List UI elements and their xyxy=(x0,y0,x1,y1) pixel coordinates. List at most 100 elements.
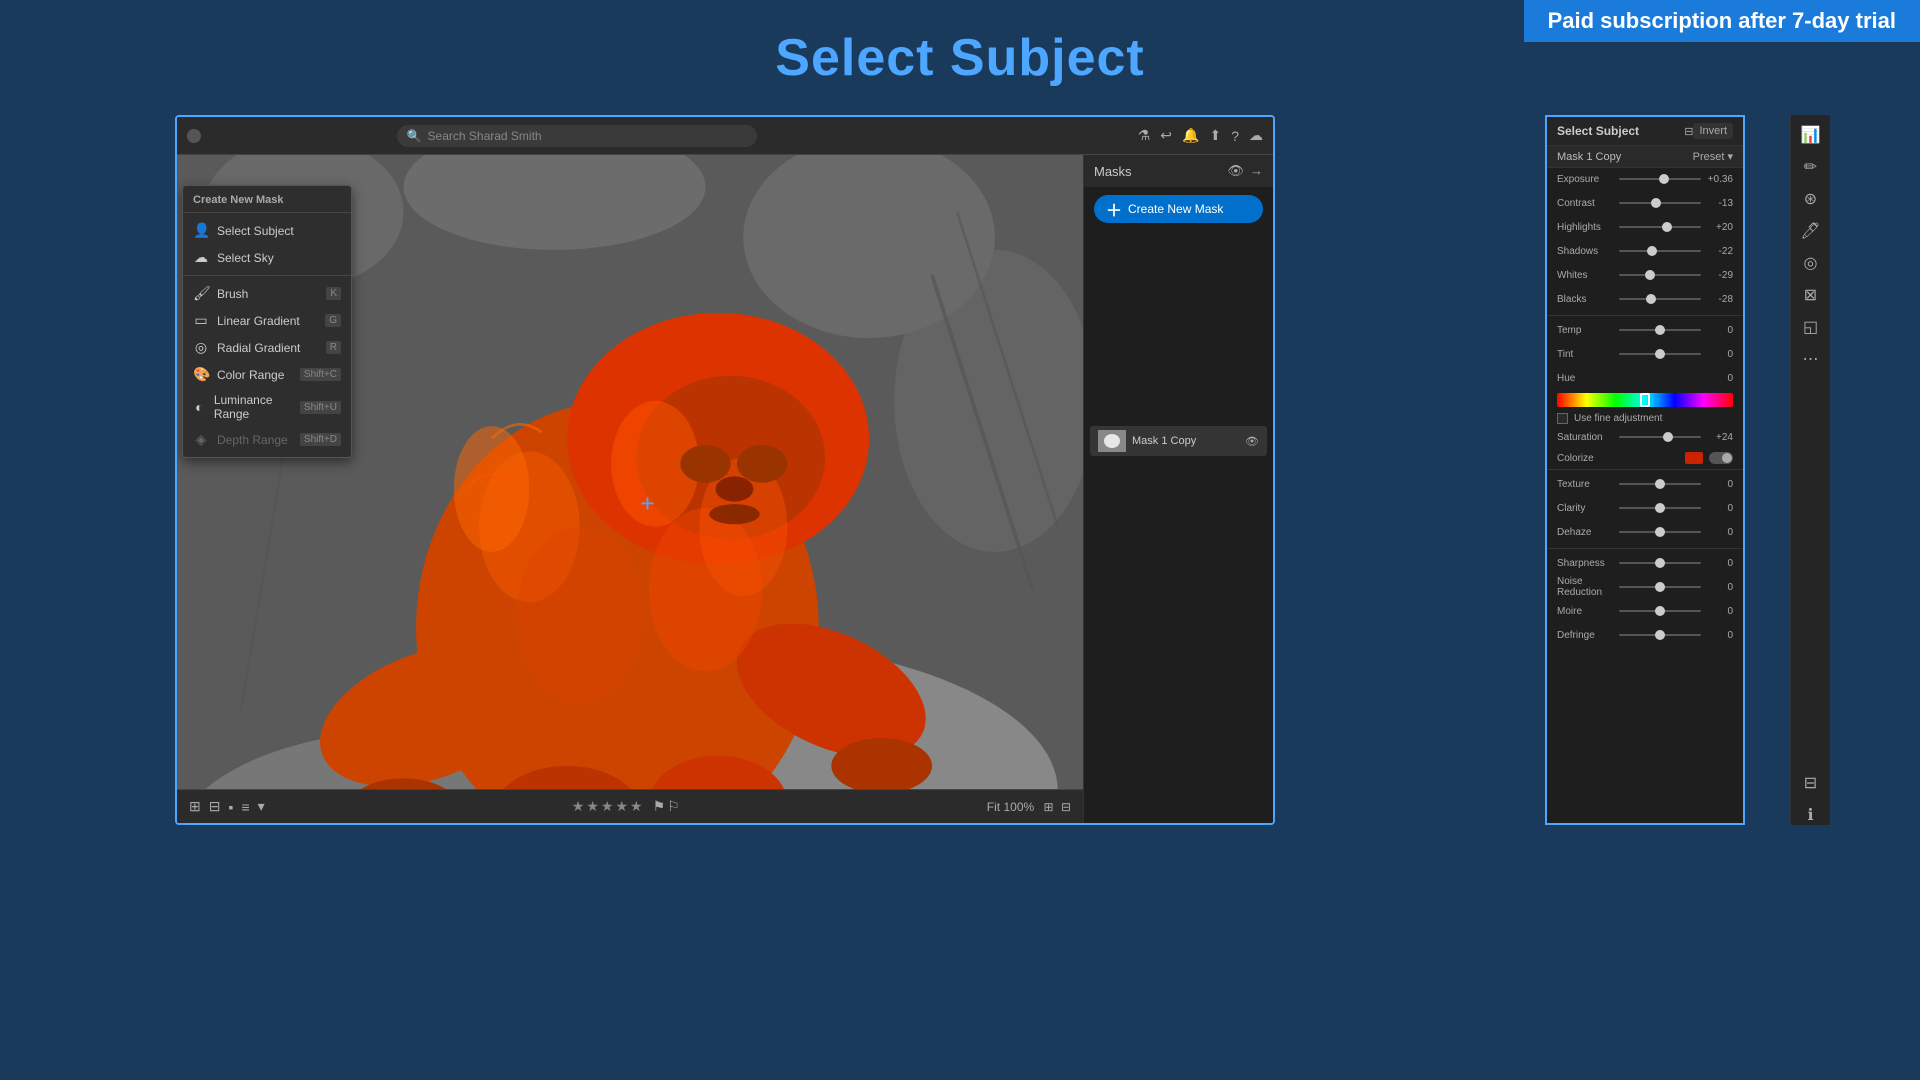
mask-thumb-svg xyxy=(1098,430,1126,452)
exposure-row: Exposure +0.36 xyxy=(1557,168,1733,190)
window-close-btn[interactable] xyxy=(187,129,201,143)
exposure-track[interactable] xyxy=(1619,178,1701,180)
tint-thumb[interactable] xyxy=(1655,349,1665,359)
grid-icon[interactable]: ⊞ xyxy=(189,798,201,815)
hue-thumb[interactable] xyxy=(1640,393,1650,407)
defringe-label: Defringe xyxy=(1557,630,1615,641)
moire-thumb[interactable] xyxy=(1655,606,1665,616)
dehaze-track[interactable] xyxy=(1619,531,1701,533)
star-3[interactable]: ★ xyxy=(601,798,614,815)
exposure-thumb[interactable] xyxy=(1659,174,1669,184)
saturation-thumb[interactable] xyxy=(1663,432,1673,442)
linear-gradient-item[interactable]: ▭ Linear Gradient G xyxy=(183,307,351,334)
clarity-thumb[interactable] xyxy=(1655,503,1665,513)
colorize-toggle[interactable] xyxy=(1709,452,1733,464)
contrast-track[interactable] xyxy=(1619,202,1701,204)
blacks-track[interactable] xyxy=(1619,298,1701,300)
hue-label: Hue xyxy=(1557,373,1615,384)
defringe-thumb[interactable] xyxy=(1655,630,1665,640)
edit-icon[interactable]: ✏ xyxy=(1804,157,1817,177)
shadows-track[interactable] xyxy=(1619,250,1701,252)
noise-reduction-thumb[interactable] xyxy=(1655,582,1665,592)
undo-icon[interactable]: ↩ xyxy=(1160,127,1172,144)
sharpness-track[interactable] xyxy=(1619,562,1701,564)
noise-reduction-value: 0 xyxy=(1705,582,1733,593)
masks-arrow-icon[interactable]: → xyxy=(1250,163,1263,179)
sort-icon[interactable]: ≡ xyxy=(241,799,249,815)
notifications-icon[interactable]: 🔔 xyxy=(1182,127,1199,144)
star-rating[interactable]: ★ ★ ★ ★ ★ ⚑ ⚐ xyxy=(572,798,680,815)
single-icon[interactable]: ▪ xyxy=(228,799,233,815)
hue-bar[interactable] xyxy=(1557,393,1733,407)
select-subject-item[interactable]: 👤 Select Subject xyxy=(183,217,351,244)
histogram-icon[interactable]: 📊 xyxy=(1801,125,1821,145)
masks-eye-icon[interactable]: 👁 xyxy=(1227,163,1244,179)
radial-gradient-label: Radial Gradient xyxy=(217,341,300,355)
invert-button[interactable]: Invert xyxy=(1693,123,1733,139)
saturation-track[interactable] xyxy=(1619,436,1701,438)
flag-icon[interactable]: ⚑ xyxy=(653,798,666,815)
radial-gradient-item[interactable]: ◎ Radial Gradient R xyxy=(183,334,351,361)
mask-list-item[interactable]: Mask 1 Copy 👁 xyxy=(1090,426,1267,456)
filter-icon[interactable]: ⚗ xyxy=(1138,127,1151,144)
crop-icon[interactable]: ⊠ xyxy=(1804,285,1817,305)
brush-item[interactable]: 🖌 Brush K xyxy=(183,280,351,307)
colorize-swatch[interactable] xyxy=(1685,452,1703,464)
tint-value: 0 xyxy=(1705,349,1733,360)
cloud-icon[interactable]: ☁ xyxy=(1249,127,1263,144)
mask-edit-icon[interactable]: ⊛ xyxy=(1804,189,1817,209)
flag-outline-icon[interactable]: ⚐ xyxy=(667,798,680,815)
texture-thumb[interactable] xyxy=(1655,479,1665,489)
view-icons: ⊞ ⊟ ▪ ≡ ▾ xyxy=(189,798,265,815)
preset-dropdown[interactable]: Preset ▾ xyxy=(1693,150,1733,163)
temp-track[interactable] xyxy=(1619,329,1701,331)
dots-icon[interactable]: ⋯ xyxy=(1803,349,1819,369)
geometry-icon[interactable]: ◱ xyxy=(1803,317,1818,337)
highlights-thumb[interactable] xyxy=(1662,222,1672,232)
sep-1 xyxy=(1547,315,1743,316)
zoom-toggle[interactable]: ⊞ xyxy=(1044,800,1054,814)
color-picker-icon[interactable]: 🖊 xyxy=(1800,221,1820,241)
tint-group: Tint 0 xyxy=(1547,343,1743,367)
color-range-item[interactable]: 🎨 Color Range Shift+C xyxy=(183,361,351,388)
dehaze-thumb[interactable] xyxy=(1655,527,1665,537)
compare-icon[interactable]: ⊟ xyxy=(1061,800,1071,814)
sort-down-icon[interactable]: ▾ xyxy=(258,798,265,815)
blacks-thumb[interactable] xyxy=(1646,294,1656,304)
defringe-row: Defringe 0 xyxy=(1557,624,1733,646)
mask-eye-icon[interactable]: 👁 xyxy=(1245,435,1259,448)
grid-small-icon[interactable]: ⊟ xyxy=(209,798,221,815)
texture-row: Texture 0 xyxy=(1557,473,1733,495)
help-icon[interactable]: ? xyxy=(1231,128,1239,144)
defringe-track[interactable] xyxy=(1619,634,1701,636)
texture-track[interactable] xyxy=(1619,483,1701,485)
noise-reduction-group: Noise Reduction 0 xyxy=(1547,576,1743,600)
highlights-track[interactable] xyxy=(1619,226,1701,228)
star-5[interactable]: ★ xyxy=(630,798,643,815)
fine-adjustment-checkbox[interactable] xyxy=(1557,413,1568,424)
star-1[interactable]: ★ xyxy=(572,798,585,815)
whites-thumb[interactable] xyxy=(1645,270,1655,280)
share-icon[interactable]: ⬆ xyxy=(1209,127,1221,144)
noise-reduction-track[interactable] xyxy=(1619,586,1701,588)
depth-range-item[interactable]: ◈ Depth Range Shift+D xyxy=(183,426,351,453)
clarity-track[interactable] xyxy=(1619,507,1701,509)
luminance-range-item[interactable]: ◐ Luminance Range Shift+U xyxy=(183,388,351,426)
whites-track[interactable] xyxy=(1619,274,1701,276)
moire-track[interactable] xyxy=(1619,610,1701,612)
select-sky-item[interactable]: ☁ Select Sky xyxy=(183,244,351,271)
info-icon[interactable]: ℹ xyxy=(1807,805,1813,825)
tint-track[interactable] xyxy=(1619,353,1701,355)
search-bar[interactable]: 🔍 Search Sharad Smith xyxy=(397,125,757,147)
sharpness-thumb[interactable] xyxy=(1655,558,1665,568)
create-new-mask-button[interactable]: ＋ Create New Mask xyxy=(1094,195,1263,223)
compare-right-icon[interactable]: ⊟ xyxy=(1804,773,1817,793)
contrast-thumb[interactable] xyxy=(1651,198,1661,208)
shadows-thumb[interactable] xyxy=(1647,246,1657,256)
blacks-label: Blacks xyxy=(1557,294,1615,305)
saturation-group: Saturation +24 xyxy=(1547,426,1743,450)
healing-icon[interactable]: ◎ xyxy=(1804,253,1818,273)
star-4[interactable]: ★ xyxy=(615,798,628,815)
star-2[interactable]: ★ xyxy=(586,798,599,815)
temp-thumb[interactable] xyxy=(1655,325,1665,335)
